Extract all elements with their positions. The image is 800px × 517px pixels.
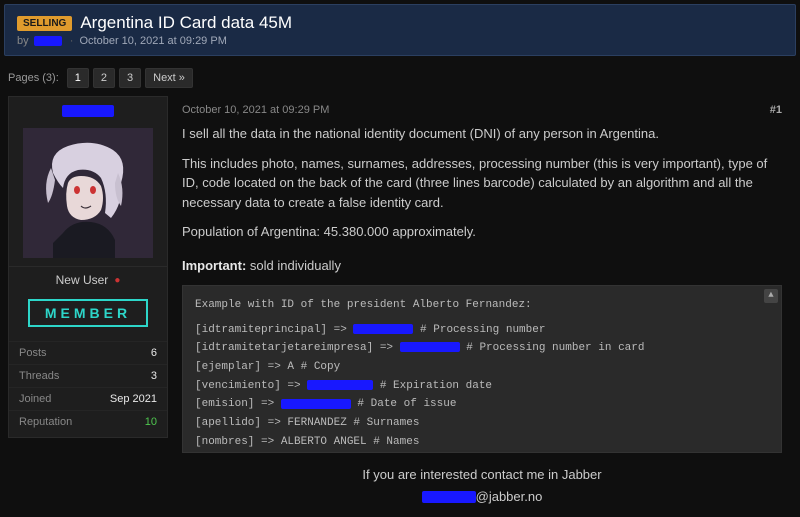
code-line: [apellido] => FERNANDEZ # Surnames: [195, 414, 769, 433]
post-timestamp[interactable]: October 10, 2021 at 09:29 PM: [182, 104, 329, 116]
code-line: [nombres] => ALBERTO ANGEL # Names: [195, 433, 769, 452]
user-rank: New User ●: [9, 266, 167, 293]
author-redacted: [34, 36, 62, 46]
jabber-domain: @jabber.no: [476, 489, 543, 504]
user-column: New User ● MEMBER Posts 6 Threads 3 Join…: [8, 96, 168, 516]
thread-title: Argentina ID Card data 45M: [80, 13, 292, 33]
stat-label: Joined: [19, 393, 51, 405]
contact-line: If you are interested contact me in Jabb…: [182, 465, 782, 485]
post-content: October 10, 2021 at 09:29 PM #1 I sell a…: [168, 96, 792, 516]
important-text: sold individually: [246, 258, 341, 273]
jabber-line: @jabber.no: [182, 487, 782, 507]
by-label: by: [17, 35, 29, 47]
code-line: [fechaNacimiento] => # Birthdate: [195, 452, 769, 454]
stat-threads: Threads 3: [9, 364, 167, 387]
avatar[interactable]: [23, 128, 153, 258]
paragraph: I sell all the data in the national iden…: [182, 124, 782, 144]
stat-value: Sep 2021: [110, 393, 157, 405]
thread-subtitle: by · October 10, 2021 at 09:29 PM: [17, 35, 783, 47]
redacted: [422, 491, 476, 503]
rank-label: New User: [56, 273, 109, 287]
stat-label: Posts: [19, 347, 47, 359]
stat-label: Reputation: [19, 416, 72, 428]
stat-value: 3: [151, 370, 157, 382]
code-line: [idtramitetarjetareimpresa] => # Process…: [195, 339, 769, 358]
code-line: [vencimiento] => # Expiration date: [195, 377, 769, 396]
username-redacted: [62, 105, 114, 117]
stat-posts: Posts 6: [9, 341, 167, 364]
post: New User ● MEMBER Posts 6 Threads 3 Join…: [8, 96, 792, 516]
code-line: [idtramiteprincipal] => # Processing num…: [195, 321, 769, 340]
user-stats: Posts 6 Threads 3 Joined Sep 2021 Reputa…: [9, 337, 167, 437]
thread-header: SELLING Argentina ID Card data 45M by · …: [4, 4, 796, 56]
redacted: [353, 324, 413, 334]
code-line: [ejemplar] => A # Copy: [195, 358, 769, 377]
selling-badge: SELLING: [17, 16, 72, 31]
thread-timestamp: October 10, 2021 at 09:29 PM: [79, 35, 226, 47]
user-card: New User ● MEMBER Posts 6 Threads 3 Join…: [8, 96, 168, 438]
scroll-up-icon[interactable]: ▲: [764, 289, 778, 303]
code-line: [emision] => # Date of issue: [195, 395, 769, 414]
post-number[interactable]: #1: [770, 104, 782, 116]
paragraph: This includes photo, names, surnames, ad…: [182, 154, 782, 213]
post-body: I sell all the data in the national iden…: [182, 124, 782, 506]
stat-joined: Joined Sep 2021: [9, 387, 167, 410]
member-badge: MEMBER: [28, 299, 148, 327]
redacted: [307, 380, 373, 390]
page-next-button[interactable]: Next »: [145, 68, 193, 88]
stat-label: Threads: [19, 370, 59, 382]
stat-reputation: Reputation 10: [9, 410, 167, 433]
page-2-button[interactable]: 2: [93, 68, 115, 88]
status-dot-icon: ●: [114, 275, 120, 286]
page-1-button[interactable]: 1: [67, 68, 89, 88]
code-block[interactable]: ▲ Example with ID of the president Alber…: [182, 285, 782, 453]
code-line: Example with ID of the president Alberto…: [195, 296, 769, 315]
page-3-button[interactable]: 3: [119, 68, 141, 88]
important-line: Important: sold individually: [182, 256, 782, 276]
redacted: [400, 342, 460, 352]
stat-value: 6: [151, 347, 157, 359]
paragraph: Population of Argentina: 45.380.000 appr…: [182, 222, 782, 242]
important-label: Important:: [182, 258, 246, 273]
pagination: Pages (3): 1 2 3 Next »: [0, 60, 800, 96]
stat-value[interactable]: 10: [145, 416, 157, 428]
pagination-label: Pages (3):: [8, 72, 59, 84]
redacted: [281, 399, 351, 409]
username[interactable]: [9, 97, 167, 124]
separator: ·: [70, 35, 74, 47]
post-meta: October 10, 2021 at 09:29 PM #1: [182, 96, 782, 124]
